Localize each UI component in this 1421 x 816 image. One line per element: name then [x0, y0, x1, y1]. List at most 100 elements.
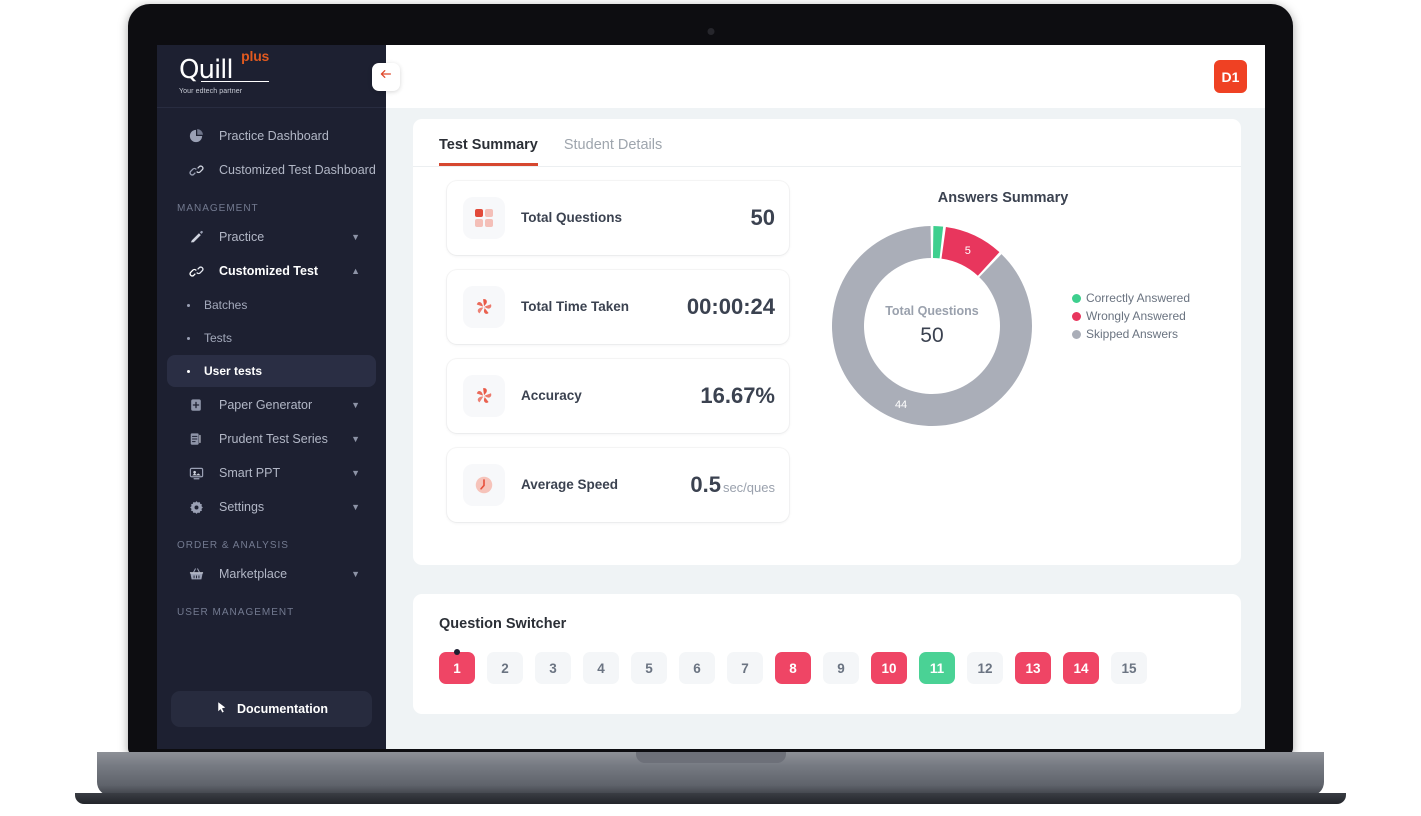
avatar[interactable]: D1 [1214, 60, 1247, 93]
donut-slice[interactable] [831, 226, 1032, 426]
stat-card-total-questions: Total Questions 50 [447, 181, 789, 255]
webcam-icon [707, 28, 714, 35]
pie-chart-icon [189, 129, 209, 143]
stat-label: Total Questions [521, 209, 623, 225]
sidebar-item-practice[interactable]: Practice ▼ [167, 220, 376, 254]
question-button-8[interactable]: 8 [775, 652, 811, 684]
pinwheel-icon [463, 375, 505, 417]
stat-value: 00:00:24 [686, 294, 775, 319]
legend-item-wrong[interactable]: Wrongly Answered [1071, 307, 1190, 325]
laptop-foot [75, 793, 1346, 804]
sidebar-item-customized-test-dashboard[interactable]: Customized Test Dashboard [167, 153, 376, 187]
question-button-12[interactable]: 12 [967, 652, 1003, 684]
grid-squares-icon [463, 197, 505, 239]
chevron-up-icon[interactable]: ▲ [351, 266, 360, 276]
tab-student-details[interactable]: Student Details [564, 137, 662, 166]
gear-icon [189, 500, 209, 515]
sidebar-item-label: Prudent Test Series [219, 432, 328, 446]
legend-color-swatch [1071, 293, 1081, 303]
stat-label: Average Speed [521, 476, 619, 492]
chart-legend: Correctly Answered Wrongly Answered Skip… [1071, 289, 1190, 343]
question-button-5[interactable]: 5 [631, 652, 667, 684]
chevron-down-icon[interactable]: ▼ [351, 434, 360, 444]
question-number: 11 [929, 660, 945, 676]
logo-tagline: Your edtech partner [179, 88, 243, 95]
question-button-3[interactable]: 3 [535, 652, 571, 684]
sidebar-item-label: Settings [219, 500, 265, 514]
chevron-down-icon[interactable]: ▼ [351, 502, 360, 512]
question-button-13[interactable]: 13 [1015, 652, 1051, 684]
sidebar-item-prudent-test-series[interactable]: Prudent Test Series ▼ [167, 422, 376, 456]
content-scroller[interactable]: Test Summary Student Details Total Quest… [386, 108, 1265, 749]
donut-slice-label: 44 [895, 399, 907, 411]
brand-logo[interactable]: Quill plus Your edtech partner [157, 45, 386, 108]
sidebar-item-customized-test[interactable]: Customized Test ▲ [167, 254, 376, 288]
sidebar-item-label: Smart PPT [219, 466, 281, 480]
question-button-9[interactable]: 9 [823, 652, 859, 684]
donut-chart[interactable]: 5 44 Total Questions 50 [816, 210, 1048, 442]
question-button-14[interactable]: 14 [1063, 652, 1099, 684]
sidebar-item-label: Customized Test Dashboard [219, 163, 376, 177]
bullet-icon [187, 369, 190, 373]
sidebar-item-settings[interactable]: Settings ▼ [167, 490, 376, 524]
question-button-4[interactable]: 4 [583, 652, 619, 684]
legend-item-correct[interactable]: Correctly Answered [1071, 289, 1190, 307]
chart-title: Answers Summary [937, 190, 1069, 206]
sidebar-item-marketplace[interactable]: Marketplace ▼ [167, 557, 376, 591]
pinwheel-icon [463, 286, 505, 328]
stat-card-average-speed: Average Speed 0.5 sec/ques [447, 448, 789, 522]
legend-item-skipped[interactable]: Skipped Answers [1071, 325, 1190, 343]
sidebar-item-label: Practice [219, 230, 265, 244]
sidebar-section-user-management: USER MANAGEMENT [177, 607, 295, 618]
main-area: D1 Test Summary Student Details Total Qu… [372, 45, 1265, 749]
question-number: 3 [549, 660, 557, 676]
donut-svg: 5 44 [831, 226, 1032, 426]
link-icon [189, 163, 209, 178]
chevron-down-icon[interactable]: ▼ [351, 400, 360, 410]
question-button-11[interactable]: 11 [919, 652, 955, 684]
bullet-icon [187, 303, 190, 307]
chevron-down-icon[interactable]: ▼ [351, 569, 360, 579]
question-button-10[interactable]: 10 [871, 652, 907, 684]
arrow-left-icon [379, 67, 393, 86]
sidebar-subitem-user-tests[interactable]: User tests [167, 355, 376, 387]
sidebar-subitem-label: User tests [204, 364, 263, 378]
question-button-15[interactable]: 15 [1111, 652, 1147, 684]
laptop-base [97, 752, 1324, 796]
sidebar-subitem-batches[interactable]: Batches [167, 289, 376, 321]
back-button[interactable] [372, 62, 400, 91]
chevron-down-icon[interactable]: ▼ [351, 468, 360, 478]
legend-label: Wrongly Answered [1085, 309, 1186, 323]
question-number: 12 [977, 660, 993, 676]
stat-label: Total Time Taken [521, 298, 630, 314]
sidebar-item-smart-ppt[interactable]: Smart PPT ▼ [167, 456, 376, 490]
question-number: 9 [837, 660, 845, 676]
question-number: 7 [741, 660, 749, 676]
question-button-2[interactable]: 2 [487, 652, 523, 684]
question-switcher-grid: 1 2 3 4 5 6 7 8 9 10 11 12 13 14 15 [439, 649, 1215, 684]
screenshot-root: MacBook Air Quill plus Your edtech partn… [0, 0, 1421, 816]
documentation-button[interactable]: Documentation [171, 691, 372, 727]
question-button-6[interactable]: 6 [679, 652, 715, 684]
sidebar-item-label: Paper Generator [219, 398, 313, 412]
legend-color-swatch [1071, 329, 1081, 339]
question-switcher-panel: Question Switcher 1 2 3 4 5 6 7 8 9 10 11 12 13 14 15 [413, 594, 1241, 714]
legend-label: Skipped Answers [1085, 327, 1179, 341]
question-button-7[interactable]: 7 [727, 652, 763, 684]
chevron-down-icon[interactable]: ▼ [351, 232, 360, 242]
pencil-icon [189, 230, 209, 245]
question-number: 14 [1073, 660, 1089, 676]
topbar: D1 [372, 45, 1265, 108]
sidebar-subitem-label: Tests [204, 331, 233, 345]
test-summary-panel: Test Summary Student Details Total Quest… [413, 119, 1241, 565]
sidebar-subitem-tests[interactable]: Tests [167, 322, 376, 354]
sidebar-subitem-label: Batches [204, 298, 248, 312]
link-icon [189, 264, 209, 279]
laptop-screen: Quill plus Your edtech partner Practice … [157, 45, 1265, 749]
sidebar-item-practice-dashboard[interactable]: Practice Dashboard [167, 119, 376, 153]
question-number: 15 [1121, 660, 1137, 676]
donut-slice[interactable] [932, 226, 944, 259]
sidebar-item-paper-generator[interactable]: Paper Generator ▼ [167, 388, 376, 422]
tab-test-summary[interactable]: Test Summary [439, 137, 538, 166]
question-button-1[interactable]: 1 [439, 649, 475, 684]
